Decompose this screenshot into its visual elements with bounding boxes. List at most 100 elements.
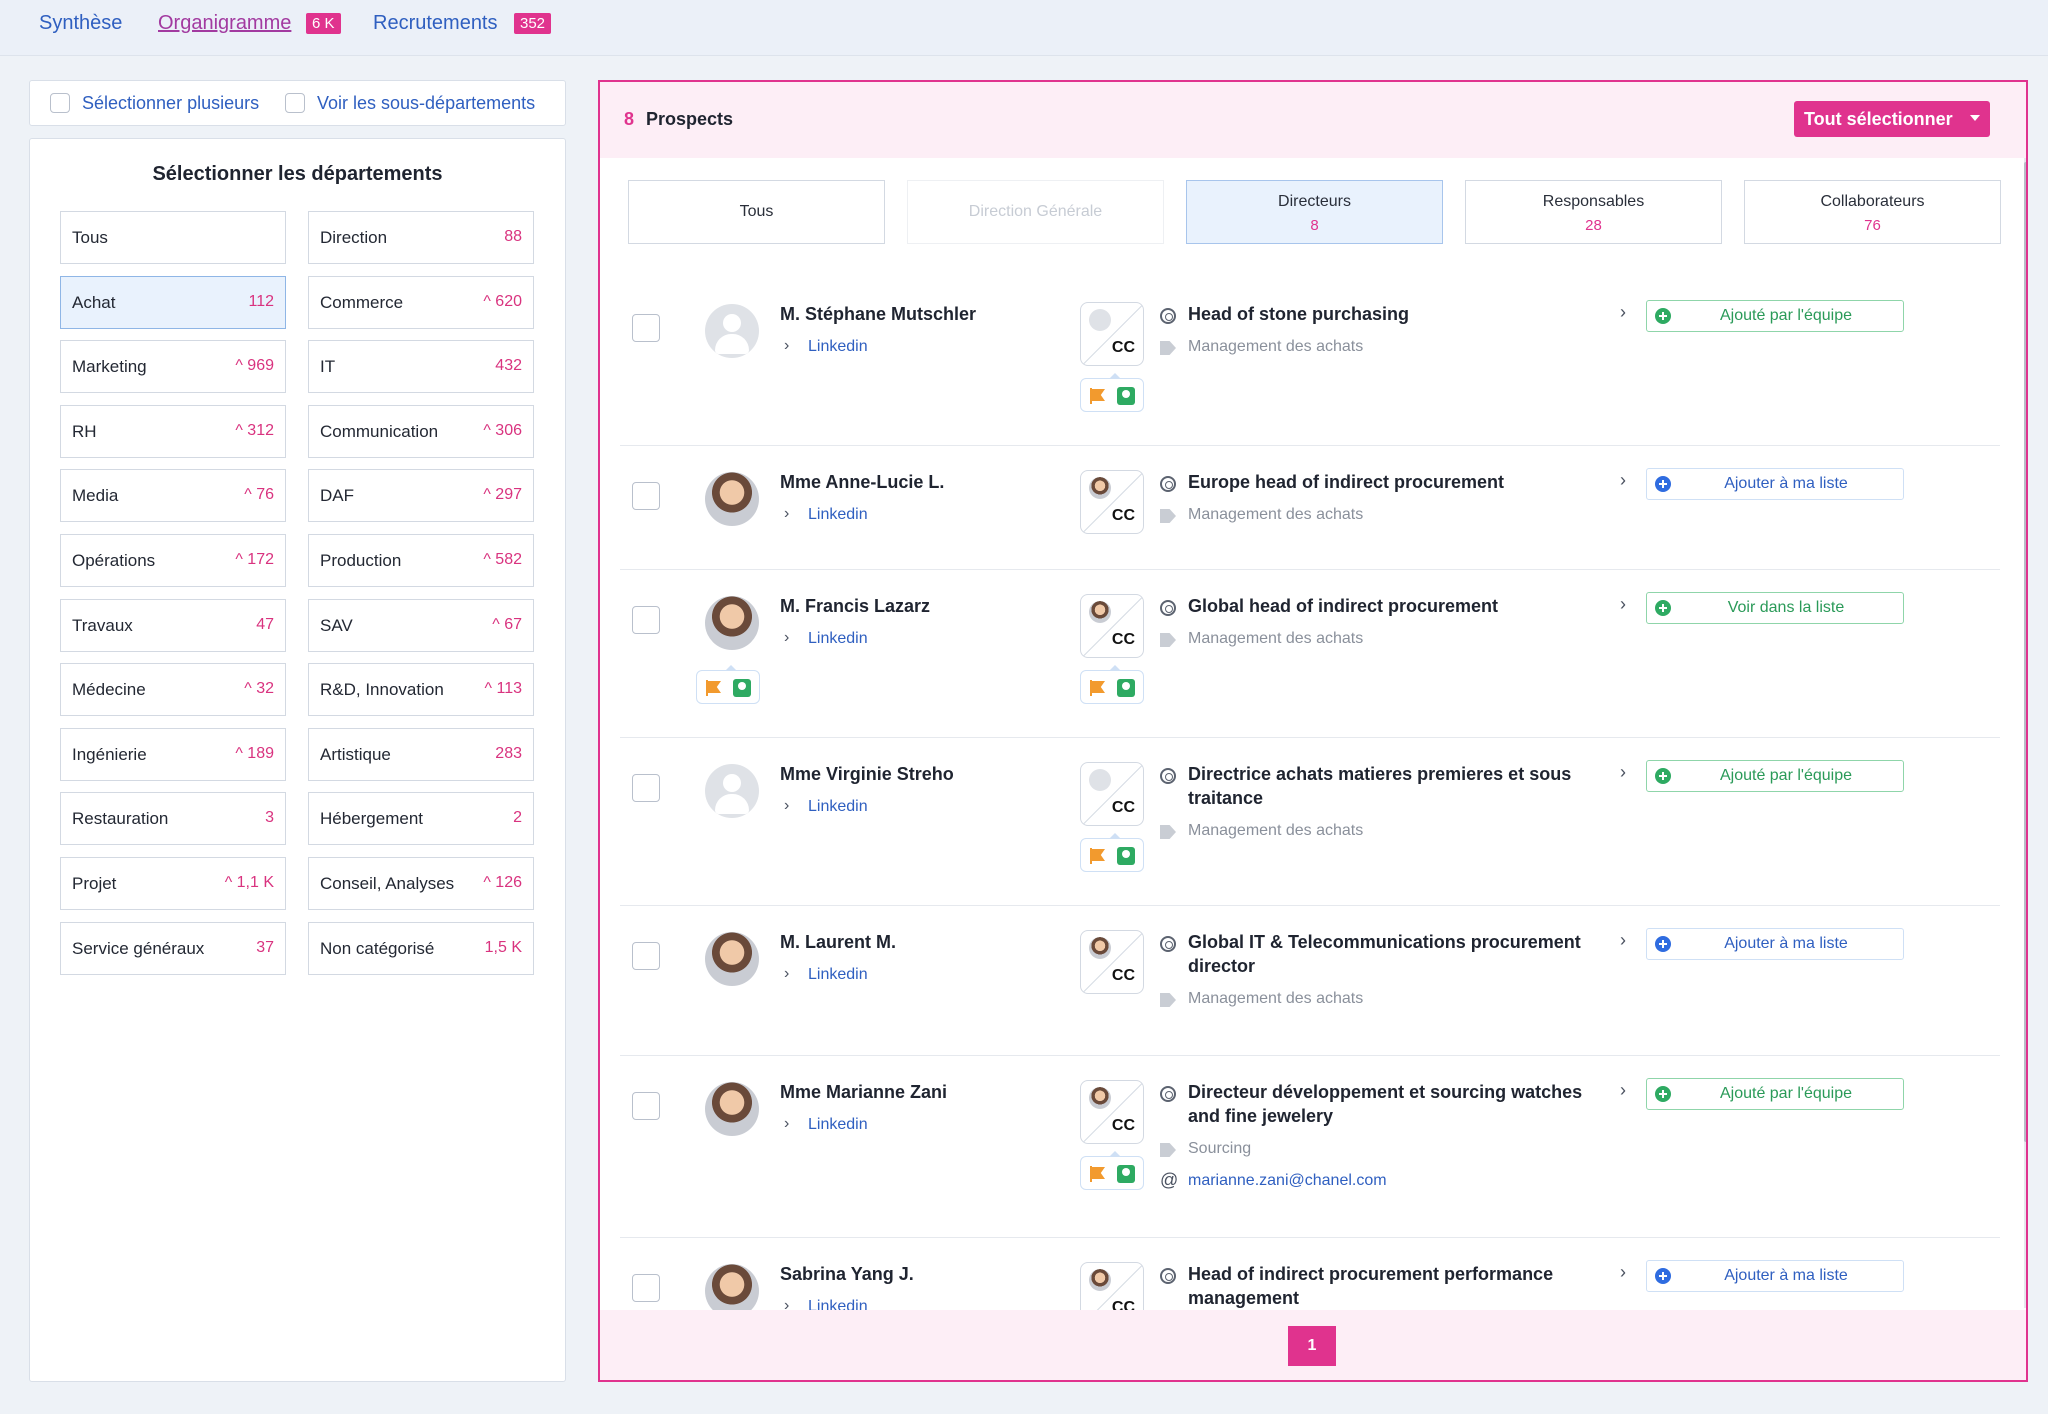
- prospect-name[interactable]: Mme Anne-Lucie L.: [780, 472, 944, 493]
- chevron-right-icon[interactable]: ›: [1620, 594, 1626, 615]
- department-item[interactable]: Commerce ^ 620: [308, 275, 534, 329]
- company-card[interactable]: CC: [1080, 302, 1144, 366]
- row-checkbox[interactable]: [632, 314, 660, 342]
- department-item[interactable]: Marketing ^ 969: [60, 340, 286, 394]
- list-action-button[interactable]: Ajouter à ma liste: [1646, 1260, 1904, 1292]
- department-item[interactable]: R&D, Innovation ^ 113: [308, 663, 534, 717]
- show-subdepartments-checkbox[interactable]: [285, 93, 305, 113]
- row-checkbox[interactable]: [632, 1092, 660, 1120]
- company-card[interactable]: CC: [1080, 762, 1144, 826]
- department-item[interactable]: IT 432: [308, 340, 534, 394]
- department-item[interactable]: RH ^ 312: [60, 404, 286, 458]
- department-item[interactable]: DAF ^ 297: [308, 469, 534, 523]
- linkedin-link[interactable]: Linkedin: [808, 338, 868, 356]
- department-count: 88: [504, 228, 522, 245]
- chevron-right-icon[interactable]: ›: [1620, 762, 1626, 783]
- list-action-button[interactable]: Voir dans la liste: [1646, 592, 1904, 624]
- chanel-logo-icon: CC: [1111, 339, 1135, 356]
- company-card[interactable]: CC: [1080, 594, 1144, 658]
- row-checkbox[interactable]: [632, 482, 660, 510]
- row-checkbox[interactable]: [632, 1274, 660, 1302]
- prospect-name[interactable]: M. Francis Lazarz: [780, 596, 930, 617]
- list-action-button[interactable]: Ajouté par l'équipe: [1646, 760, 1904, 792]
- job-title: Head of indirect procurement performance…: [1188, 1264, 1554, 1308]
- department-item[interactable]: Hébergement 2: [308, 792, 534, 846]
- person-icon: [1117, 679, 1135, 697]
- department-item[interactable]: Service généraux 37: [60, 921, 286, 975]
- scrollbar-thumb[interactable]: [2024, 162, 2026, 1142]
- list-action-label: Ajouté par l'équipe: [1719, 307, 1853, 324]
- select-multiple-label[interactable]: Sélectionner plusieurs: [82, 93, 259, 114]
- prospect-name[interactable]: Mme Virginie Streho: [780, 764, 954, 785]
- department-item[interactable]: Conseil, Analyses ^ 126: [308, 857, 534, 910]
- company-card[interactable]: CC: [1080, 930, 1144, 994]
- list-action-label: Ajouté par l'équipe: [1719, 767, 1853, 784]
- department-item[interactable]: Travaux 47: [60, 598, 286, 652]
- department-item[interactable]: Media ^ 76: [60, 469, 286, 523]
- caret-down-icon: [1970, 115, 1980, 121]
- department-name: Hébergement: [320, 809, 424, 829]
- department-count: ^ 67: [492, 615, 522, 633]
- filter-tab-label: Collaborateurs: [1820, 193, 1925, 210]
- tags-badge: [1080, 833, 1144, 872]
- filter-tab-responsables[interactable]: Responsables 28: [1465, 180, 1722, 244]
- linkedin-link[interactable]: Linkedin: [808, 798, 868, 816]
- tab-organigramme[interactable]: Organigramme: [158, 12, 291, 35]
- plus-circle-icon: [1655, 1086, 1671, 1102]
- department-item[interactable]: Tous: [60, 211, 286, 264]
- department-item[interactable]: Direction 88: [308, 211, 534, 264]
- department-item[interactable]: Médecine ^ 32: [60, 663, 286, 717]
- prospect-name[interactable]: Mme Marianne Zani: [780, 1082, 947, 1103]
- show-subdepartments-label[interactable]: Voir les sous-départements: [317, 93, 535, 114]
- company-card[interactable]: CC: [1080, 1080, 1144, 1144]
- department-item[interactable]: Communication ^ 306: [308, 404, 534, 458]
- department-item[interactable]: Ingénierie ^ 189: [60, 727, 286, 781]
- job-title: Global IT & Telecommunications procureme…: [1188, 932, 1581, 976]
- departments-panel: Sélectionner les départements Tous Direct…: [29, 138, 566, 1382]
- email-link[interactable]: marianne.zani@chanel.com: [1188, 1172, 1387, 1190]
- department-item[interactable]: Restauration 3: [60, 792, 286, 846]
- department-item[interactable]: Achat 112: [60, 275, 286, 329]
- page-button[interactable]: 1: [1288, 1326, 1336, 1366]
- department-item[interactable]: SAV ^ 67: [308, 598, 534, 652]
- chevron-right-icon[interactable]: ›: [1620, 302, 1626, 323]
- prospects-header: 8 Prospects Tout sélectionner: [600, 82, 2026, 158]
- list-action-button[interactable]: Ajouter à ma liste: [1646, 468, 1904, 500]
- select-multiple-checkbox[interactable]: [50, 93, 70, 113]
- row-checkbox[interactable]: [632, 942, 660, 970]
- filter-tab-directeurs[interactable]: Directeurs 8: [1186, 180, 1443, 244]
- tab-recrutements[interactable]: Recrutements: [373, 12, 498, 35]
- linkedin-link[interactable]: Linkedin: [808, 506, 868, 524]
- row-checkbox[interactable]: [632, 606, 660, 634]
- department-item[interactable]: Non catégorisé 1,5 K: [308, 921, 534, 975]
- linkedin-link[interactable]: Linkedin: [808, 630, 868, 648]
- chevron-right-icon[interactable]: ›: [1620, 470, 1626, 491]
- linkedin-link[interactable]: Linkedin: [808, 1116, 868, 1134]
- department-name: Achat: [72, 292, 116, 312]
- tags-badge: [1080, 1151, 1144, 1190]
- department-item[interactable]: Artistique 283: [308, 727, 534, 781]
- list-action-button[interactable]: Ajouté par l'équipe: [1646, 1078, 1904, 1110]
- list-action-button[interactable]: Ajouté par l'équipe: [1646, 300, 1904, 332]
- prospect-name[interactable]: M. Laurent M.: [780, 932, 896, 953]
- row-checkbox[interactable]: [632, 774, 660, 802]
- filter-tab-collaborateurs[interactable]: Collaborateurs 76: [1744, 180, 2001, 244]
- chevron-right-icon[interactable]: ›: [1620, 1080, 1626, 1101]
- chevron-right-icon[interactable]: ›: [1620, 1262, 1626, 1283]
- linkedin-link[interactable]: Linkedin: [808, 966, 868, 984]
- prospect-name[interactable]: Sabrina Yang J.: [780, 1264, 914, 1285]
- department-item[interactable]: Production ^ 582: [308, 534, 534, 587]
- company-card[interactable]: CC: [1080, 470, 1144, 534]
- mini-avatar: [1089, 477, 1111, 499]
- list-action-button[interactable]: Ajouter à ma liste: [1646, 928, 1904, 960]
- chevron-right-icon: ›: [784, 797, 790, 814]
- tab-synthese[interactable]: Synthèse: [39, 12, 122, 35]
- filter-tab-count: 76: [1864, 217, 1881, 234]
- prospect-name[interactable]: M. Stéphane Mutschler: [780, 304, 976, 325]
- select-all-button[interactable]: Tout sélectionner: [1794, 101, 1990, 137]
- department-item[interactable]: Opérations ^ 172: [60, 534, 286, 587]
- department-item[interactable]: Projet ^ 1,1 K: [60, 857, 286, 910]
- options-bar: Sélectionner plusieurs Voir les sous-dép…: [29, 80, 566, 126]
- chevron-right-icon[interactable]: ›: [1620, 930, 1626, 951]
- filter-tab-tous[interactable]: Tous: [628, 180, 885, 244]
